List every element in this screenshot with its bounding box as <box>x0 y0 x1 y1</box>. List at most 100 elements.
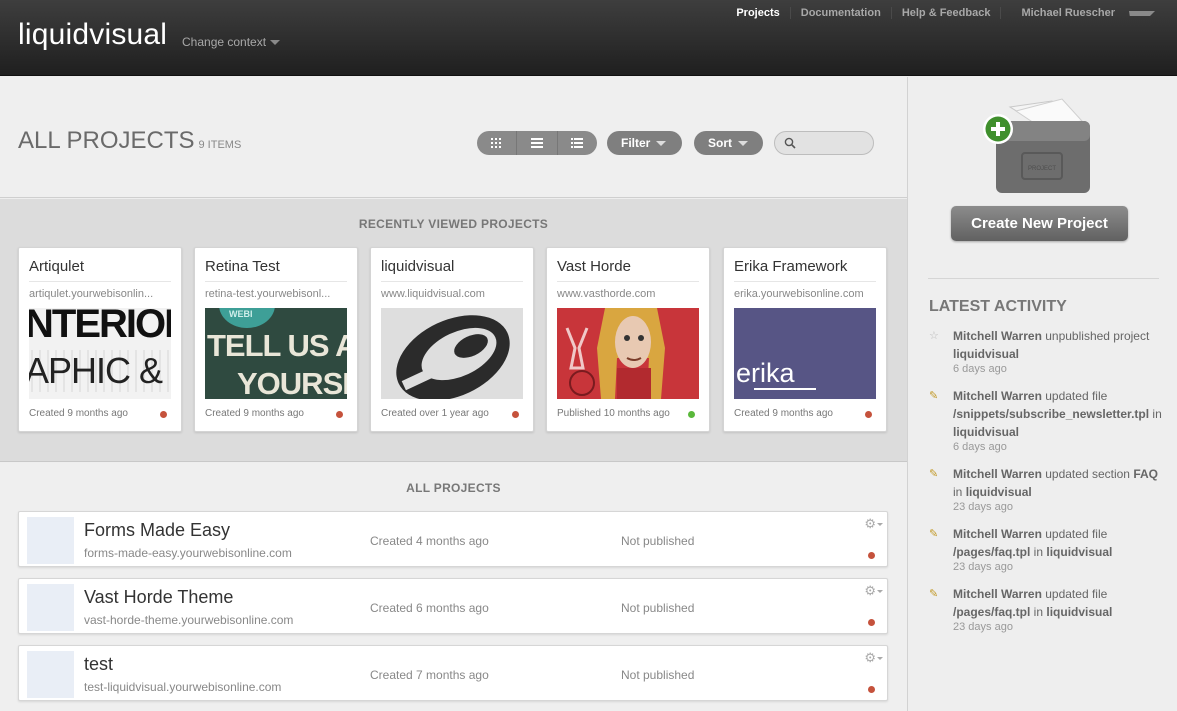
activity-user[interactable]: Mitchell Warren <box>953 527 1042 541</box>
page-title: ALL PROJECTS 9 ITEMS <box>18 127 241 155</box>
gear-menu-button[interactable]: ⚙ <box>864 516 883 532</box>
gear-icon: ⚙ <box>864 516 876 531</box>
liquidvisual-logo-icon <box>396 315 510 399</box>
pencil-icon: ✎ <box>929 390 939 402</box>
recent-project-card[interactable]: Vast Horde www.vasthorde.com Published 1… <box>546 247 710 432</box>
sort-button[interactable]: Sort <box>694 131 763 155</box>
list-view-button[interactable] <box>516 131 556 155</box>
chevron-down-icon <box>656 140 667 146</box>
status-dot-unpublished <box>336 411 343 418</box>
recent-section-title: RECENTLY VIEWED PROJECTS <box>358 217 549 231</box>
recent-project-card[interactable]: Retina Test retina-test.yourwebisonl... … <box>194 247 358 432</box>
search-icon <box>784 137 796 149</box>
table-row[interactable]: Vast Horde Theme vast-horde-theme.yourwe… <box>18 578 888 634</box>
divider <box>29 281 171 282</box>
card-meta: Published 10 months ago <box>557 408 670 419</box>
divider <box>557 281 699 282</box>
project-url: vast-horde-theme.yourwebisonline.com <box>84 613 294 627</box>
status-dot-unpublished <box>512 411 519 418</box>
change-context-dropdown[interactable]: Change context <box>182 35 281 49</box>
card-name: Erika Framework <box>734 258 848 275</box>
create-new-project-button[interactable]: Create New Project <box>951 206 1128 241</box>
activity-target[interactable]: liquidvisual <box>966 485 1032 499</box>
activity-user[interactable]: Mitchell Warren <box>953 329 1042 343</box>
gear-menu-button[interactable]: ⚙ <box>864 650 883 666</box>
project-thumbnail <box>557 308 699 399</box>
activity-target[interactable]: liquidvisual <box>953 425 1019 439</box>
activity-time: 23 days ago <box>953 561 1013 573</box>
activity-user[interactable]: Mitchell Warren <box>953 467 1042 481</box>
view-toggle-group <box>477 131 597 155</box>
divider <box>205 281 347 282</box>
thumb-text: NTERIORS <box>29 308 171 346</box>
chevron-down-icon <box>1129 10 1155 16</box>
activity-user[interactable]: Mitchell Warren <box>953 389 1042 403</box>
filter-button[interactable]: Filter <box>607 131 682 155</box>
card-url: www.liquidvisual.com <box>381 288 485 300</box>
divider <box>381 281 523 282</box>
all-projects-title: ALL PROJECTS <box>406 481 501 495</box>
project-thumbnail: NTERIORS APHIC & W <box>29 308 171 399</box>
activity-target[interactable]: /pages/faq.tpl <box>953 545 1030 559</box>
card-meta: Created over 1 year ago <box>381 408 489 419</box>
chevron-down-icon <box>877 523 883 527</box>
activity-target[interactable]: /snippets/subscribe_newsletter.tpl <box>953 407 1149 421</box>
activity-time: 6 days ago <box>953 441 1007 453</box>
activity-action: in <box>1030 605 1047 619</box>
activity-target[interactable]: liquidvisual <box>953 347 1019 361</box>
project-thumbnail: erika <box>734 308 876 399</box>
chevron-down-icon <box>738 140 748 146</box>
table-row[interactable]: Forms Made Easy forms-made-easy.yourwebi… <box>18 511 888 567</box>
status-dot-unpublished <box>160 411 167 418</box>
status-dot-published <box>688 411 695 418</box>
status-dot-unpublished <box>865 411 872 418</box>
folder-label: PROJECT <box>1028 166 1056 172</box>
grid-icon <box>490 138 501 148</box>
table-row[interactable]: test test-liquidvisual.yourwebisonline.c… <box>18 645 888 701</box>
recent-project-card[interactable]: liquidvisual www.liquidvisual.com Create… <box>370 247 534 432</box>
nav-user-menu[interactable]: Michael Ruescher <box>1000 7 1165 19</box>
top-bar: liquidvisual Change context Projects Doc… <box>0 0 1177 76</box>
activity-action: in <box>1149 407 1162 421</box>
divider <box>734 281 876 282</box>
activity-action: updated section <box>1041 467 1134 481</box>
detail-view-button[interactable] <box>556 131 597 155</box>
pencil-icon: ✎ <box>929 468 939 480</box>
divider <box>754 388 816 390</box>
search-input[interactable] <box>774 131 874 155</box>
project-thumbnail <box>381 308 523 399</box>
all-projects-section: ALL PROJECTS Forms Made Easy forms-made-… <box>0 463 907 711</box>
project-published: Not published <box>621 601 695 615</box>
activity-target[interactable]: FAQ <box>1133 467 1158 481</box>
nav-projects[interactable]: Projects <box>726 7 789 19</box>
activity-target[interactable]: liquidvisual <box>1046 545 1112 559</box>
sidebar: PROJECT Create New Project LATEST ACTIVI… <box>907 77 1177 711</box>
activity-action: updated file <box>1041 587 1108 601</box>
status-dot-unpublished <box>868 552 875 559</box>
divider <box>928 278 1159 279</box>
activity-action: updated file <box>1041 389 1108 403</box>
status-dot-unpublished <box>868 619 875 626</box>
activity-target[interactable]: liquidvisual <box>1046 605 1112 619</box>
nav-help-feedback[interactable]: Help & Feedback <box>890 7 1001 19</box>
chevron-down-icon <box>877 590 883 594</box>
project-created: Created 4 months ago <box>370 534 489 548</box>
brand-logo[interactable]: liquidvisual <box>18 18 167 52</box>
recent-project-card[interactable]: Erika Framework erika.yourwebisonline.co… <box>723 247 887 432</box>
character-illustration-icon <box>565 308 665 399</box>
activity-user[interactable]: Mitchell Warren <box>953 587 1042 601</box>
activity-target[interactable]: /pages/faq.tpl <box>953 605 1030 619</box>
detail-list-icon <box>571 138 584 148</box>
status-dot-unpublished <box>868 686 875 693</box>
recent-project-card[interactable]: Artiqulet artiqulet.yourwebisonlin... NT… <box>18 247 182 432</box>
project-name: Forms Made Easy <box>84 520 231 540</box>
gear-menu-button[interactable]: ⚙ <box>864 583 883 599</box>
project-thumbnail-placeholder <box>27 584 74 631</box>
chevron-down-icon <box>877 657 883 661</box>
card-name: Vast Horde <box>557 258 631 275</box>
nav-documentation[interactable]: Documentation <box>789 7 891 19</box>
project-thumbnail-placeholder <box>27 651 74 698</box>
grid-view-button[interactable] <box>477 131 516 155</box>
thumb-text: YOURSEL <box>237 366 347 399</box>
project-thumbnail-placeholder <box>27 517 74 564</box>
